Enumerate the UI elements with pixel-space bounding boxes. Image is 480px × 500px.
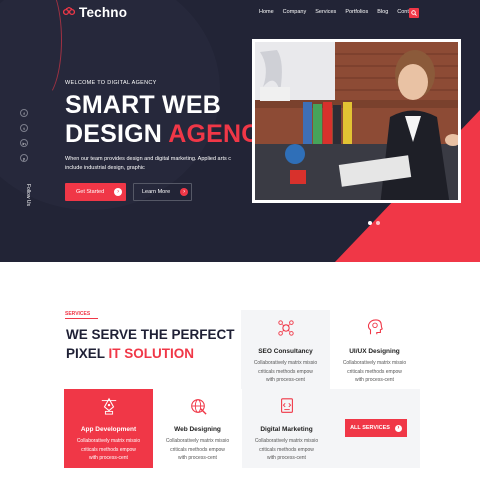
logo-icon bbox=[62, 6, 76, 19]
services-title-line2: PIXEL bbox=[66, 346, 109, 361]
service-card-desc: Collaboratively matrix missio criticals m… bbox=[165, 438, 230, 461]
slider-dot[interactable] bbox=[376, 221, 380, 225]
arrow-right-icon: › bbox=[394, 424, 402, 432]
service-card-desc: Collaboratively matrix missio criticals m… bbox=[342, 360, 407, 383]
service-card-desc: Collaboratively matrix missio criticals m… bbox=[254, 438, 319, 461]
main-nav: Home Company Services Portfolios Blog Co… bbox=[259, 9, 416, 15]
get-started-button[interactable]: Get Started › bbox=[65, 183, 126, 201]
get-started-label: Get Started bbox=[76, 189, 105, 195]
twitter-icon[interactable]: t bbox=[20, 124, 28, 132]
seo-network-icon bbox=[277, 320, 294, 336]
services-tag-underline bbox=[65, 318, 98, 319]
hero-lead-line1: When our team provides design and digita… bbox=[65, 156, 232, 162]
search-icon bbox=[411, 10, 417, 16]
nav-item-home[interactable]: Home bbox=[259, 9, 274, 15]
service-card-app[interactable]: App Development Collaboratively matrix m… bbox=[64, 389, 153, 468]
services-title-accent: IT SOLUTION bbox=[108, 346, 195, 361]
services-title: WE SERVE THE PERFECT PIXEL IT SOLUTION bbox=[66, 325, 235, 363]
service-card-desc: Collaboratively matrix missio criticals m… bbox=[253, 360, 318, 383]
service-card-desc: Collaboratively matrix missio criticals m… bbox=[76, 438, 141, 461]
learn-more-label: Learn More bbox=[142, 189, 171, 195]
service-card-title: Web Designing bbox=[174, 426, 221, 433]
all-services-label: ALL SERVICES bbox=[350, 425, 390, 431]
arrow-right-icon: › bbox=[180, 188, 189, 196]
nav-item-services[interactable]: Services bbox=[315, 9, 336, 15]
hero-title-line2: DESIGN bbox=[65, 120, 169, 148]
slider-dots bbox=[368, 221, 380, 225]
logo[interactable]: Techno bbox=[62, 5, 128, 20]
pen-tool-icon bbox=[101, 397, 116, 415]
brand-name: Techno bbox=[79, 5, 128, 20]
social-links: f t in y bbox=[20, 109, 28, 162]
hero-lead-line2: include industrial design, graphic bbox=[65, 165, 145, 171]
service-card-title: SEO Consultancy bbox=[258, 348, 313, 355]
hero-image bbox=[252, 39, 461, 203]
head-gear-icon bbox=[367, 319, 383, 335]
all-services-button[interactable]: ALL SERVICES › bbox=[345, 419, 407, 437]
learn-more-button[interactable]: Learn More › bbox=[133, 183, 192, 201]
hero-photo-illustration bbox=[255, 42, 458, 200]
facebook-icon[interactable]: f bbox=[20, 109, 28, 117]
services-title-line1: WE SERVE THE PERFECT bbox=[66, 327, 235, 342]
hero-eyebrow: WELCOME TO DIGITAL AGENCY bbox=[65, 80, 157, 86]
service-card-title: Digital Marketing bbox=[260, 426, 313, 433]
web-design-icon bbox=[190, 399, 207, 415]
hero-title: SMART WEB DESIGN AGENCY bbox=[65, 91, 276, 149]
search-button[interactable] bbox=[409, 8, 419, 18]
nav-item-blog[interactable]: Blog bbox=[377, 9, 388, 15]
nav-item-portfolios[interactable]: Portfolios bbox=[345, 9, 368, 15]
hero-lead: When our team provides design and digita… bbox=[65, 155, 255, 173]
nav-item-company[interactable]: Company bbox=[283, 9, 307, 15]
hero-title-line1: SMART WEB bbox=[65, 91, 221, 119]
linkedin-icon[interactable]: in bbox=[20, 139, 28, 147]
service-card-title: App Development bbox=[80, 426, 137, 433]
youtube-icon[interactable]: y bbox=[20, 154, 28, 162]
arrow-right-icon: › bbox=[114, 188, 123, 196]
service-card-title: UI/UX Designing bbox=[349, 348, 400, 355]
service-card-uiux[interactable]: UI/UX Designing Collaboratively matrix m… bbox=[330, 310, 419, 389]
follow-us-label: Follow Us bbox=[25, 184, 31, 206]
service-card-seo[interactable]: SEO Consultancy Collaboratively matrix m… bbox=[241, 310, 330, 389]
services-tag: SERVICES bbox=[65, 311, 91, 317]
service-card-marketing[interactable]: Digital Marketing Collaboratively matrix… bbox=[242, 389, 331, 468]
hero-section: Techno Home Company Services Portfolios … bbox=[0, 0, 480, 262]
slider-dot[interactable] bbox=[368, 221, 372, 225]
monitor-code-icon bbox=[280, 398, 293, 413]
service-card-web[interactable]: Web Designing Collaboratively matrix mis… bbox=[153, 389, 242, 468]
